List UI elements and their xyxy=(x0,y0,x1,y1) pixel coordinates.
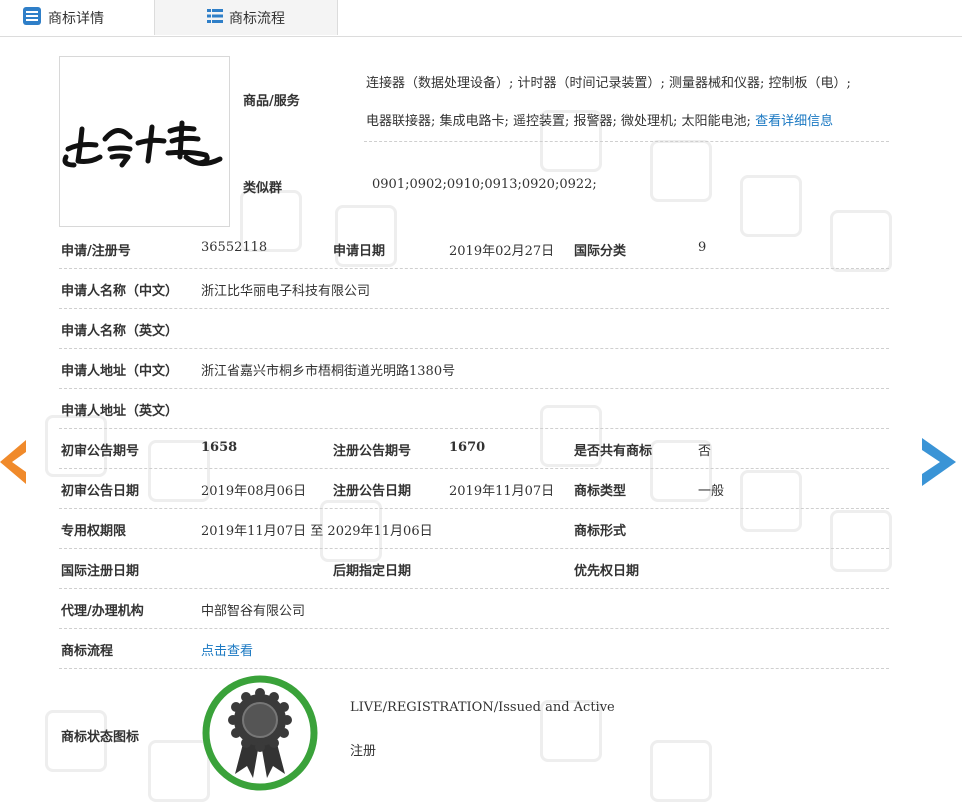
chevron-right-icon[interactable] xyxy=(922,436,956,488)
document-list-icon xyxy=(22,6,48,30)
divider xyxy=(59,308,889,309)
divider xyxy=(59,668,889,669)
divider xyxy=(59,548,889,549)
mark-form-label: 商标形式 xyxy=(574,524,627,539)
agent-label: 代理/办理机构 xyxy=(61,604,144,619)
apply-date-label: 申请日期 xyxy=(333,244,386,259)
applicant-en-label: 申请人名称（英文） xyxy=(61,324,179,339)
tab-label: 商标流程 xyxy=(229,10,285,27)
goods-services-line1: 连接器（数据处理设备）; 计时器（时间记录装置）; 测量器械和仪器; 控制板（电… xyxy=(366,76,851,91)
goods-services-text: 电器联接器; 集成电路卡; 遥控装置; 报警器; 微处理机; 太阳能电池; xyxy=(366,114,751,129)
prelim-no-label: 初审公告期号 xyxy=(61,444,140,459)
divider xyxy=(59,268,889,269)
flow-label: 商标流程 xyxy=(61,644,114,659)
intl-class-value: 9 xyxy=(698,240,707,255)
status-text: LIVE/REGISTRATION/Issued and Active xyxy=(350,700,615,715)
mark-type-label: 商标类型 xyxy=(574,484,627,499)
divider xyxy=(364,141,889,142)
applicant-cn-value: 浙江比华丽电子科技有限公司 xyxy=(201,284,371,299)
mark-type-value: 一般 xyxy=(698,484,725,499)
prelim-no-value: 1658 xyxy=(201,440,238,455)
divider xyxy=(59,348,889,349)
divider xyxy=(59,388,889,389)
tab-bar: 商标详情 商标流程 xyxy=(0,0,962,37)
list-icon xyxy=(207,8,229,28)
reg-pub-no-value: 1670 xyxy=(449,440,486,455)
reg-no-label: 申请/注册号 xyxy=(61,244,131,259)
reg-no-value: 36552118 xyxy=(201,240,268,255)
exclusive-period-label: 专用权期限 xyxy=(61,524,127,539)
agent-value: 中部智谷有限公司 xyxy=(201,604,306,619)
goods-services-line2: 电器联接器; 集成电路卡; 遥控装置; 报警器; 微处理机; 太阳能电池; 查看… xyxy=(366,110,833,129)
prelim-date-value: 2019年08月06日 xyxy=(201,484,307,499)
trademark-image xyxy=(59,56,230,227)
divider xyxy=(59,628,889,629)
tab-trademark-details[interactable]: 商标详情 xyxy=(0,0,154,36)
intl-class-label: 国际分类 xyxy=(574,244,627,259)
exclusive-period-value: 2019年11月07日 至 2029年11月06日 xyxy=(201,524,433,539)
view-flow-link[interactable]: 点击查看 xyxy=(201,640,253,659)
reg-pub-no-label: 注册公告期号 xyxy=(333,444,412,459)
shared-label: 是否共有商标 xyxy=(574,444,653,459)
later-date-label: 后期指定日期 xyxy=(333,564,412,579)
prelim-date-label: 初审公告日期 xyxy=(61,484,140,499)
priority-date-label: 优先权日期 xyxy=(574,564,640,579)
tab-trademark-flow[interactable]: 商标流程 xyxy=(154,0,338,35)
goods-services-label: 商品/服务 xyxy=(243,94,300,109)
address-cn-label: 申请人地址（中文） xyxy=(61,364,179,379)
divider xyxy=(59,428,889,429)
divider xyxy=(59,588,889,589)
status-icon-label: 商标状态图标 xyxy=(61,730,140,745)
similar-group-value: 0901;0902;0910;0913;0920;0922; xyxy=(372,177,597,192)
divider xyxy=(59,468,889,469)
divider xyxy=(59,508,889,509)
address-cn-value: 浙江省嘉兴市桐乡市梧桐街道光明路1380号 xyxy=(201,364,456,379)
address-en-label: 申请人地址（英文） xyxy=(61,404,179,419)
chevron-left-icon[interactable] xyxy=(0,438,28,486)
applicant-cn-label: 申请人名称（中文） xyxy=(61,284,179,299)
reg-pub-date-label: 注册公告日期 xyxy=(333,484,412,499)
apply-date-value: 2019年02月27日 xyxy=(449,244,555,259)
view-details-link[interactable]: 查看详细信息 xyxy=(755,114,833,129)
shared-value: 否 xyxy=(698,444,712,459)
tab-label: 商标详情 xyxy=(48,11,104,27)
award-ribbon-icon xyxy=(201,674,319,792)
status-cn: 注册 xyxy=(350,744,377,759)
reg-pub-date-value: 2019年11月07日 xyxy=(449,484,555,499)
intl-reg-date-label: 国际注册日期 xyxy=(61,564,140,579)
similar-group-label: 类似群 xyxy=(243,181,283,196)
